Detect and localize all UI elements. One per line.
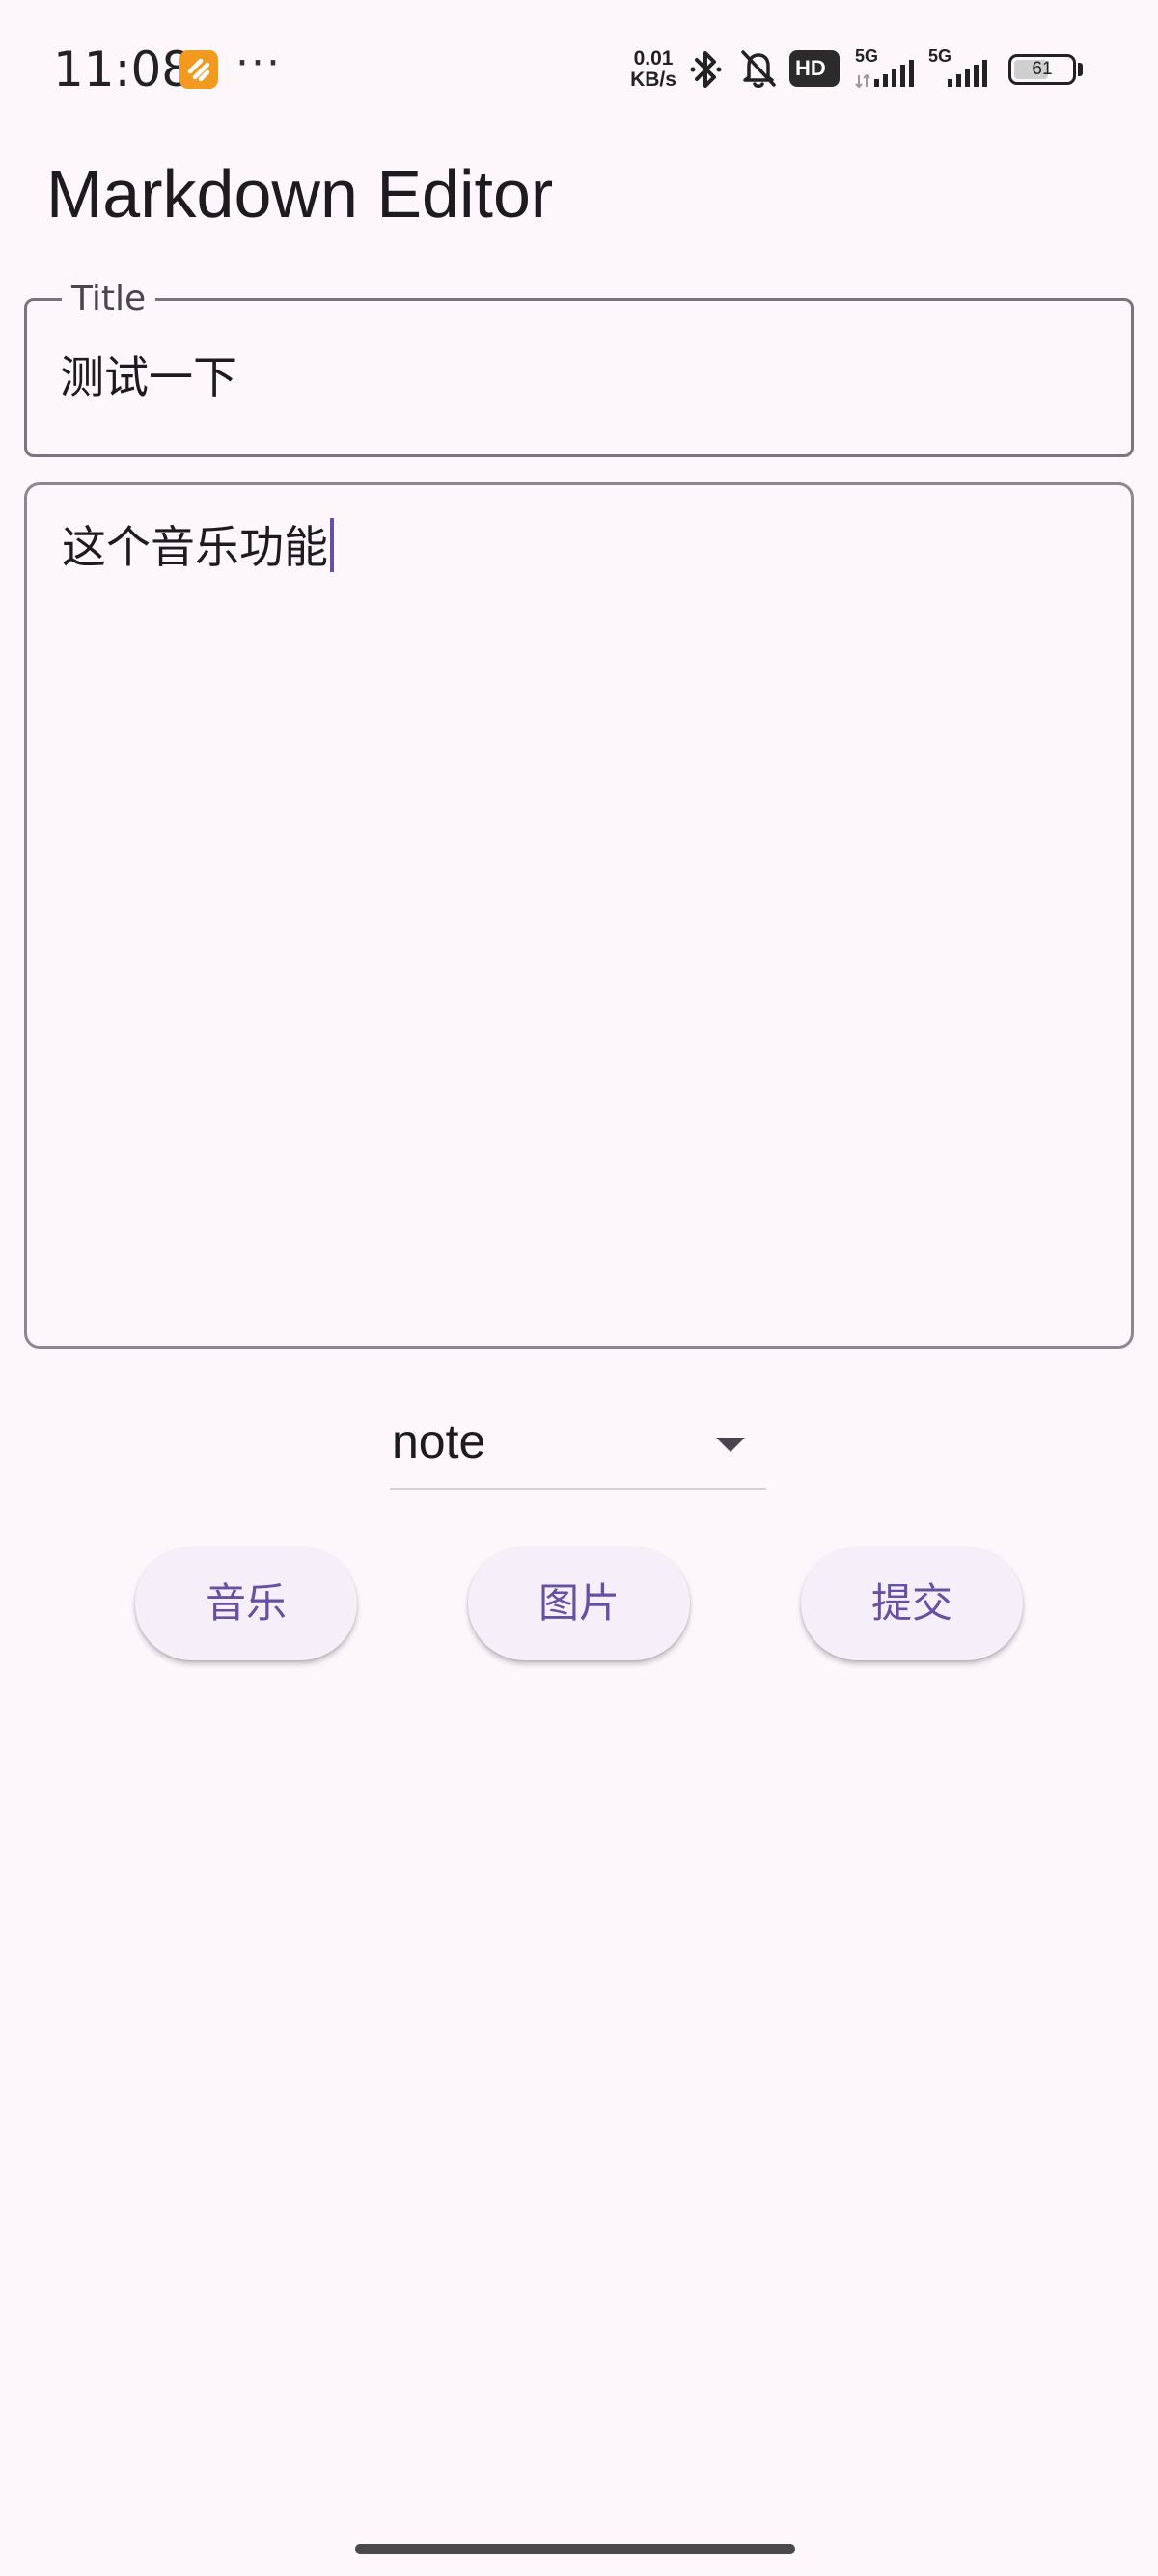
markdown-body-value: 这个音乐功能: [62, 521, 328, 573]
status-bar: 11:08 ··· 0.01 KB/s HD 5G 5G 61: [0, 0, 1158, 135]
home-indicator[interactable]: [355, 2544, 795, 2554]
app-notification-icon: [179, 50, 218, 89]
category-dropdown-value: note: [392, 1414, 486, 1468]
markdown-body-text[interactable]: 这个音乐功能: [62, 518, 334, 576]
battery-level: 61: [1032, 59, 1053, 79]
text-cursor: [330, 518, 334, 572]
image-button[interactable]: 图片: [468, 1547, 690, 1660]
markdown-body-input[interactable]: 这个音乐功能: [24, 482, 1134, 1349]
network-speed: 0.01 KB/s: [625, 48, 681, 91]
battery-icon: 61: [1008, 54, 1076, 85]
category-dropdown[interactable]: note: [390, 1407, 766, 1490]
bluetooth-icon: [690, 51, 722, 88]
music-button[interactable]: 音乐: [135, 1547, 357, 1660]
status-time: 11:08: [53, 41, 193, 97]
page-title: Markdown Editor: [46, 156, 554, 232]
hd-voice-icon: HD: [789, 50, 840, 87]
signal-icon: [948, 60, 987, 87]
submit-button[interactable]: 提交: [801, 1547, 1023, 1660]
title-field-value[interactable]: 测试一下: [60, 349, 237, 405]
more-notifications-icon: ···: [235, 39, 282, 88]
dropdown-arrow-icon: [716, 1438, 745, 1452]
hd-label: HD: [795, 56, 826, 80]
title-field-label: Title: [62, 278, 156, 320]
network-speed-unit: KB/s: [630, 69, 676, 91]
mute-bell-icon: [741, 50, 776, 88]
battery-tip: [1078, 63, 1083, 76]
title-field[interactable]: Title 测试一下: [24, 278, 1134, 457]
network-speed-value: 0.01: [633, 47, 674, 69]
signal-icon: [855, 60, 914, 89]
